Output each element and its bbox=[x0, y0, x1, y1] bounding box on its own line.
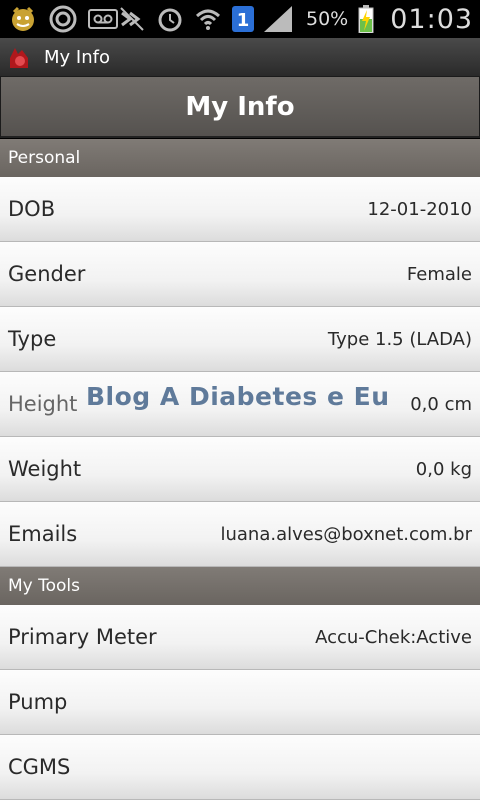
row-weight[interactable]: Weight 0,0 kg bbox=[0, 437, 480, 502]
row-label: Emails bbox=[8, 522, 78, 546]
row-value: 0,0 kg bbox=[415, 458, 472, 480]
app-logo-icon[interactable] bbox=[6, 44, 32, 70]
row-type[interactable]: Type Type 1.5 (LADA) bbox=[0, 307, 480, 372]
mute-icon bbox=[118, 5, 146, 33]
section-header-personal: Personal bbox=[0, 139, 480, 177]
signal-icon bbox=[264, 6, 292, 32]
row-pump[interactable]: Pump bbox=[0, 670, 480, 735]
row-primary-meter[interactable]: Primary Meter Accu-Chek:Active bbox=[0, 605, 480, 670]
row-value: Type 1.5 (LADA) bbox=[327, 328, 472, 350]
section-label-tools: My Tools bbox=[8, 576, 81, 596]
row-label: Pump bbox=[8, 690, 68, 714]
row-label: Type bbox=[8, 327, 57, 351]
row-gender[interactable]: Gender Female bbox=[0, 242, 480, 307]
section-header-tools: My Tools bbox=[0, 567, 480, 605]
status-bar-left bbox=[8, 4, 118, 34]
row-label: Weight bbox=[8, 457, 82, 481]
row-label: Gender bbox=[8, 262, 86, 286]
row-emails[interactable]: Emails luana.alves@boxnet.com.br bbox=[0, 502, 480, 567]
battery-percentage: 50% bbox=[306, 8, 349, 30]
status-bar: 1 50% 01:03 bbox=[0, 0, 480, 38]
action-bar: My Info bbox=[0, 38, 480, 76]
row-value: 12-01-2010 bbox=[367, 198, 472, 220]
app-notification-icon bbox=[8, 4, 38, 34]
alarm-icon bbox=[156, 5, 184, 33]
sync-icon bbox=[48, 4, 78, 34]
section-label-personal: Personal bbox=[8, 148, 81, 168]
status-bar-right: 1 50% 01:03 bbox=[118, 4, 473, 35]
row-label: Primary Meter bbox=[8, 625, 157, 649]
row-label: DOB bbox=[8, 197, 56, 221]
battery-charging-icon bbox=[358, 5, 374, 33]
notification-badge-icon: 1 bbox=[232, 6, 254, 32]
row-label: CGMS bbox=[8, 755, 71, 779]
page-header: My Info bbox=[0, 76, 480, 138]
voicemail-icon bbox=[88, 9, 118, 29]
status-clock: 01:03 bbox=[390, 3, 474, 35]
row-label: Height bbox=[8, 392, 78, 416]
row-dob[interactable]: DOB 12-01-2010 bbox=[0, 177, 480, 242]
action-bar-title: My Info bbox=[44, 46, 110, 68]
row-value: luana.alves@boxnet.com.br bbox=[220, 523, 472, 545]
row-value: 0,0 cm bbox=[410, 393, 472, 415]
page-title: My Info bbox=[185, 91, 295, 122]
row-cgms[interactable]: CGMS bbox=[0, 735, 480, 800]
wifi-icon bbox=[194, 5, 222, 33]
watermark-text: Blog A Diabetes e Eu bbox=[86, 382, 390, 411]
row-value: Female bbox=[406, 263, 472, 285]
svg-text:1: 1 bbox=[237, 10, 250, 31]
row-value: Accu-Chek:Active bbox=[315, 626, 472, 648]
